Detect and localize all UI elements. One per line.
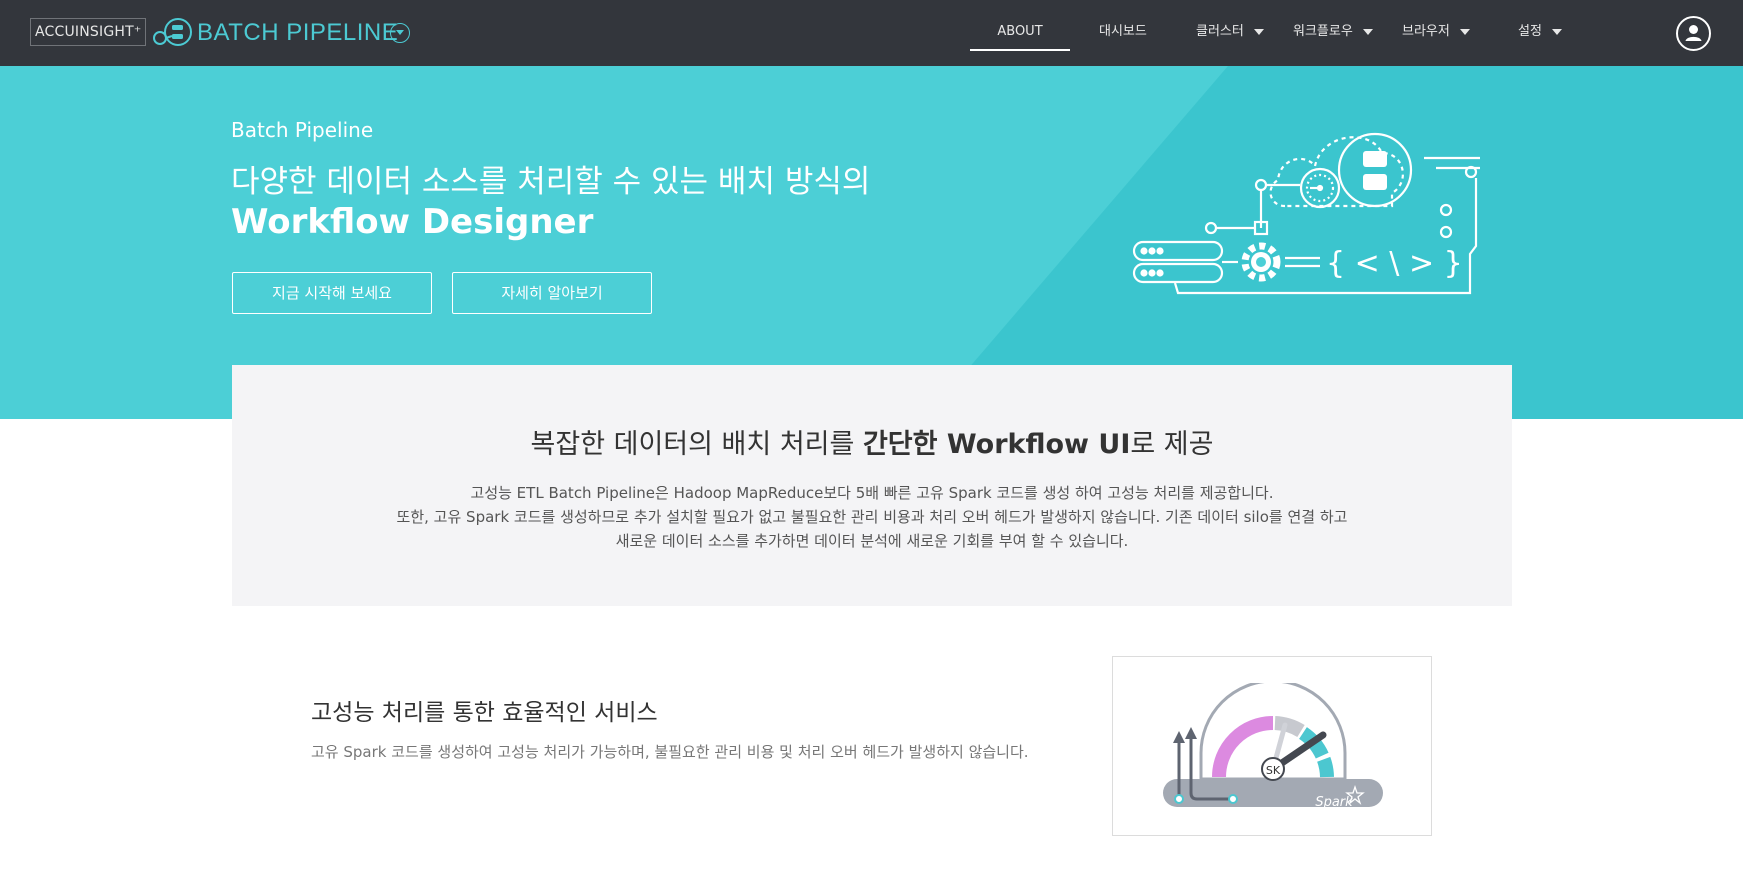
nav-cluster-label: 클러스터 (1196, 24, 1244, 39)
nav-workflow[interactable]: 워크플로우 (1293, 0, 1373, 66)
nav-dashboard-label: 대시보드 (1099, 24, 1147, 39)
intro-card: 복잡한 데이터의 배치 처리를 간단한 Workflow UI로 제공 고성능 … (232, 365, 1512, 606)
feature-illustration-card: SK Spark (1112, 656, 1432, 836)
accuinsight-logo[interactable]: ACCUINSIGHT⁺ (30, 18, 147, 46)
intro-title-part2: 로 제공 (1130, 429, 1214, 460)
user-menu-button[interactable] (1676, 16, 1711, 51)
workflow-designer-illustration: { < \ > } (1132, 132, 1480, 295)
intro-line: 새로운 데이터 소스를 추가하면 데이터 분석에 새로운 기회를 부여 할 수 … (615, 532, 1129, 550)
top-navigation-bar: ACCUINSIGHT⁺ BATCH PIPELINE ABOUT 대시보드 클… (0, 0, 1743, 66)
caret-down-icon (1362, 28, 1373, 35)
caret-down-icon (1253, 28, 1264, 35)
product-name[interactable]: BATCH PIPELINE (197, 17, 398, 49)
user-circle-icon (1685, 25, 1702, 41)
code-symbol-text: { < \ > } (1326, 246, 1463, 281)
product-switch-chevron-icon[interactable] (390, 23, 410, 43)
nav-cluster[interactable]: 클러스터 (1196, 0, 1264, 66)
learn-more-button[interactable]: 자세히 알아보기 (452, 272, 652, 314)
intro-title-part1: 복잡한 데이터의 배치 처리를 (530, 429, 863, 460)
pipeline-logo-icon (153, 18, 192, 46)
hero-title-strong: Workflow Designer (231, 202, 594, 242)
intro-title-strong: 간단한 Workflow UI (862, 429, 1131, 460)
intro-line: 고성능 ETL Batch Pipeline은 Hadoop MapReduce… (470, 484, 1274, 502)
get-started-button[interactable]: 지금 시작해 보세요 (232, 272, 432, 314)
feature-title: 고성능 처리를 통한 효율적인 서비스 (311, 700, 658, 726)
nav-workflow-label: 워크플로우 (1293, 24, 1353, 39)
nav-about[interactable]: ABOUT (970, 0, 1070, 66)
caret-down-icon (1551, 28, 1562, 35)
spark-speedometer-illustration: SK Spark (1163, 683, 1383, 810)
hero-eyebrow: Batch Pipeline (231, 118, 374, 142)
spark-logo-text: Spark (1315, 795, 1353, 810)
gauge-label: SK (1266, 764, 1281, 777)
intro-line: 또한, 고유 Spark 코드를 생성하므로 추가 설치할 필요가 없고 불필요… (396, 508, 1348, 526)
feature-description: 고유 Spark 코드를 생성하여 고성능 처리가 가능하며, 불필요한 관리 … (311, 743, 1029, 761)
intro-title: 복잡한 데이터의 배치 처리를 간단한 Workflow UI로 제공 (232, 422, 1512, 461)
nav-dashboard[interactable]: 대시보드 (1099, 0, 1147, 66)
intro-description: 고성능 ETL Batch Pipeline은 Hadoop MapReduce… (232, 481, 1512, 553)
nav-settings-label: 설정 (1518, 24, 1542, 39)
nav-browser[interactable]: 브라우저 (1402, 0, 1470, 66)
nav-settings[interactable]: 설정 (1518, 0, 1562, 66)
nav-browser-label: 브라우저 (1402, 24, 1450, 39)
hero-title: 다양한 데이터 소스를 처리할 수 있는 배치 방식의 (231, 164, 871, 200)
nav-about-label: ABOUT (997, 24, 1043, 39)
caret-down-icon (1459, 28, 1470, 35)
